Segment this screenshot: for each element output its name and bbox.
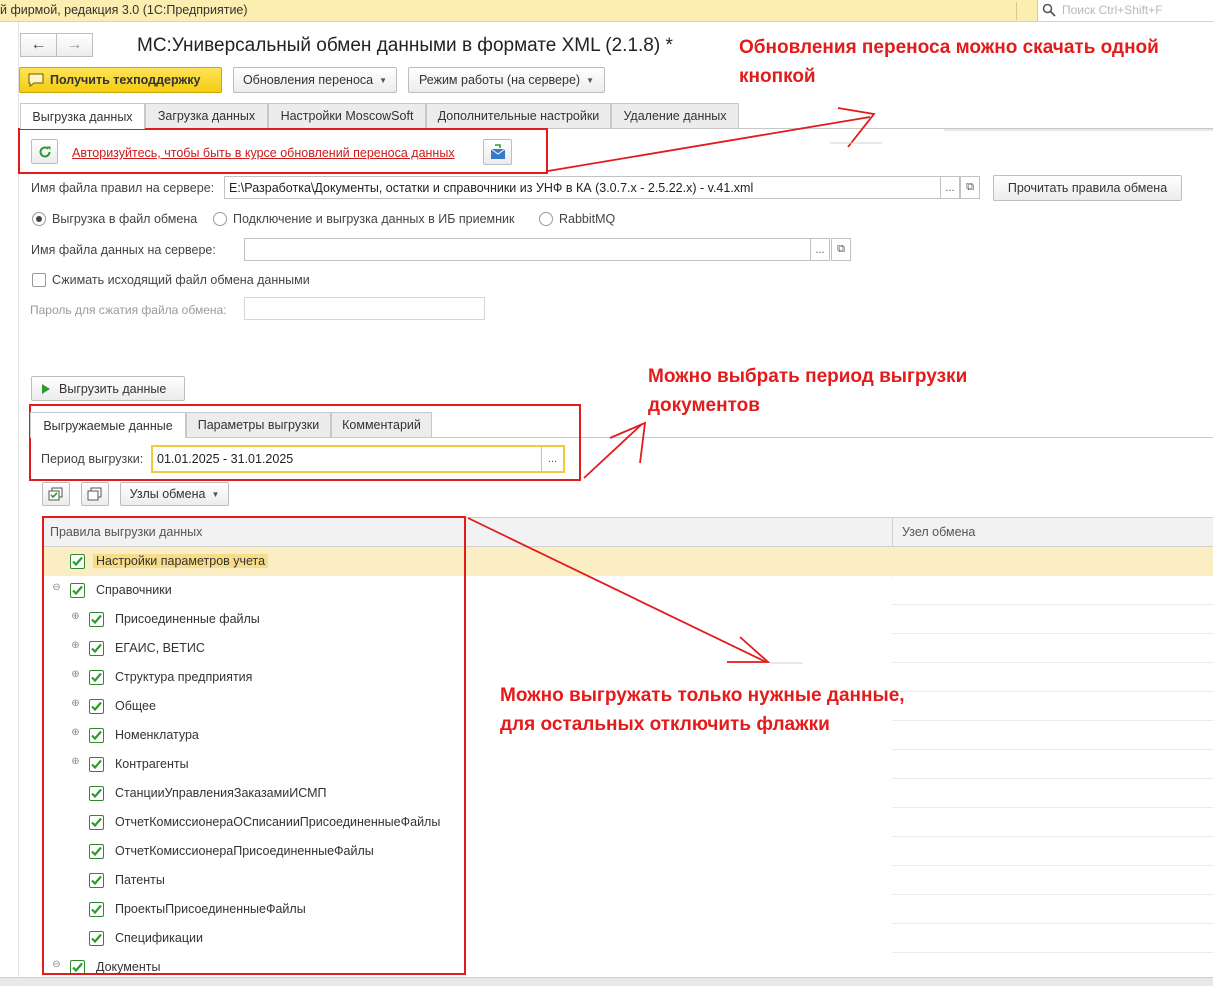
tab-exported-data-label: Выгружаемые данные (43, 418, 173, 433)
arrow-to-tree-head (727, 636, 771, 663)
bottom-scrollbar[interactable] (0, 977, 1213, 986)
annotation-period-line2: документов (648, 395, 760, 416)
tab-exported-data[interactable]: Выгружаемые данные (30, 412, 186, 438)
tab-export-label: Выгрузка данных (32, 109, 133, 124)
annotation-data-line2: для остальных отключить флажки (500, 714, 830, 735)
arrow-to-period (583, 423, 643, 479)
annotation-updates-line1: Обновления переноса можно скачать одной (739, 37, 1159, 58)
annotation-updates: Обновления переноса можно скачать одной … (739, 33, 1159, 91)
arrow-to-tree (467, 517, 767, 663)
annotation-arrows (467, 107, 1213, 664)
arrow-to-auth-head (837, 107, 876, 148)
tab-export[interactable]: Выгрузка данных (20, 103, 145, 129)
annotation-updates-line2: кнопкой (739, 66, 816, 87)
annotation-period-line1: Можно выбрать период выгрузки (648, 366, 968, 387)
annotation-data: Можно выгружать только нужные данные, дл… (500, 681, 905, 739)
arrow-to-auth (547, 116, 871, 172)
arrow-to-period-head (609, 421, 647, 464)
annotation-period: Можно выбрать период выгрузки документов (648, 362, 967, 420)
annotation-data-line1: Можно выгружать только нужные данные, (500, 685, 905, 706)
